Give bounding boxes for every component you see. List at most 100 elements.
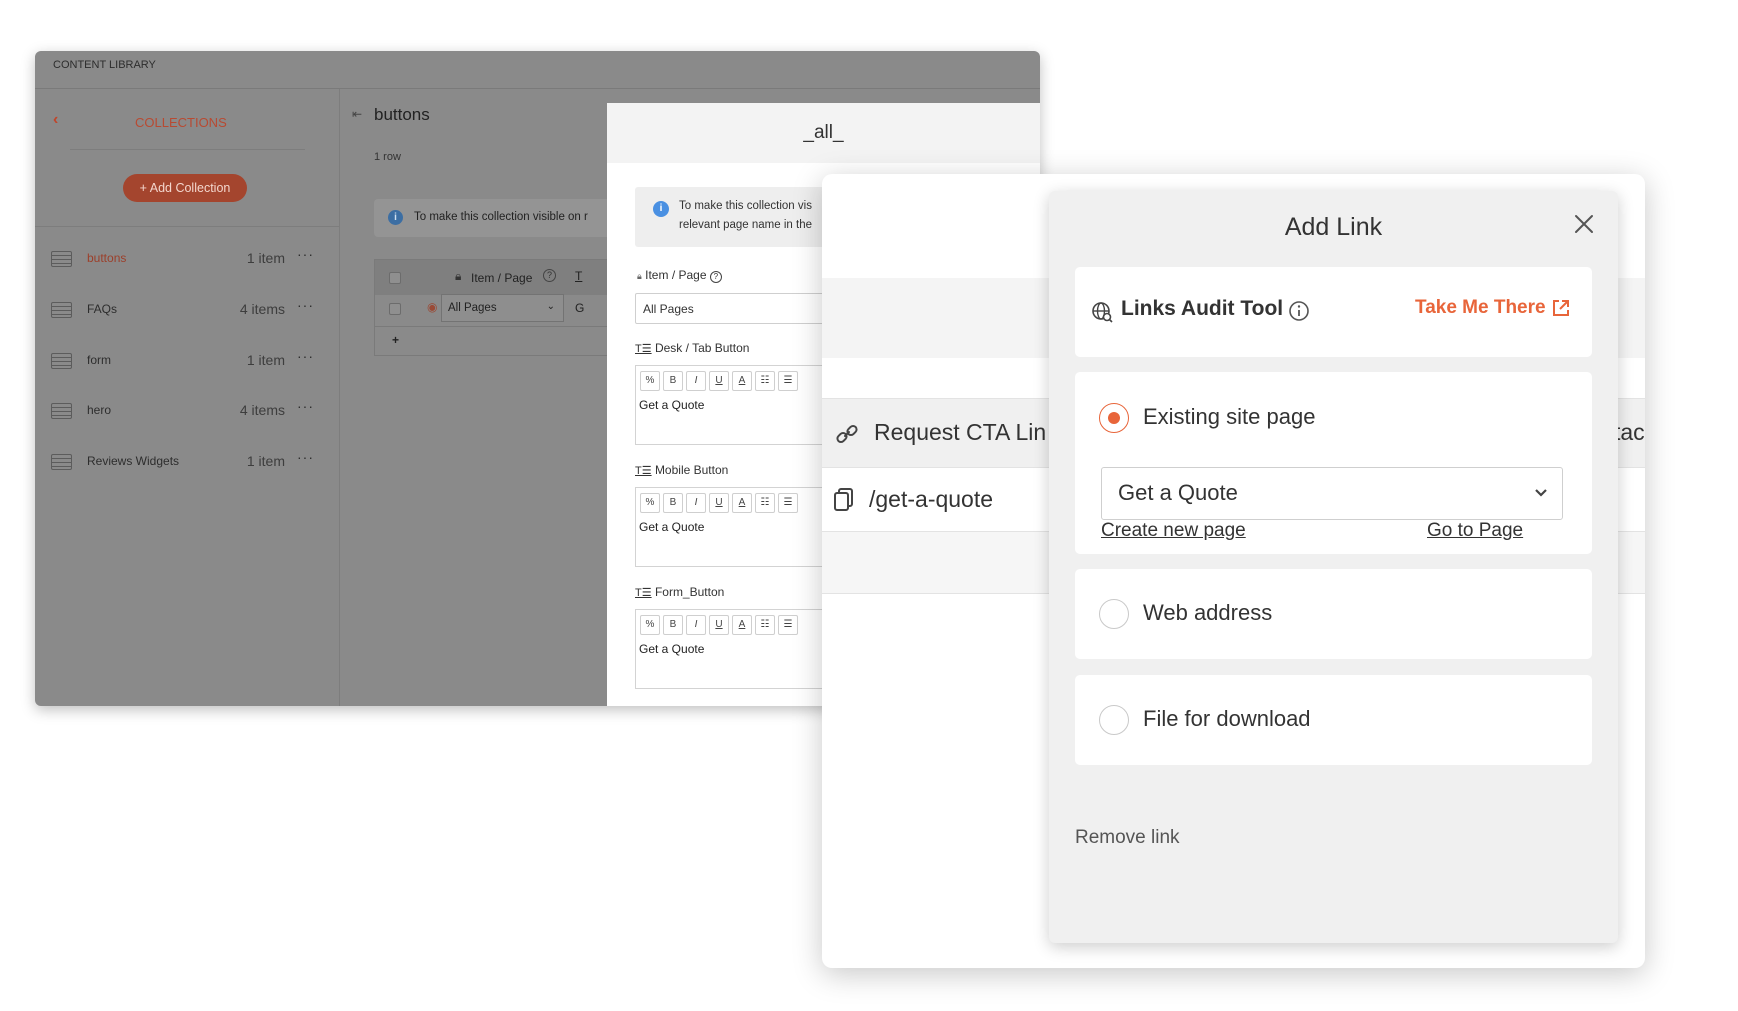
mobile-button-editor[interactable]: % B I U A ☷ ☰ Get a Quote <box>635 487 835 567</box>
field-value[interactable]: Get a Quote <box>639 398 704 412</box>
lock-icon: 🔒︎ <box>455 269 462 283</box>
link-icon[interactable]: % <box>640 493 660 513</box>
grid-header-label: Item / Page <box>471 271 533 285</box>
globe-search-icon <box>1092 302 1113 323</box>
table-icon <box>51 251 72 267</box>
eye-icon[interactable]: ◉ <box>427 300 437 314</box>
collection-name: Reviews Widgets <box>87 454 180 468</box>
existing-page-radio[interactable] <box>1099 403 1129 433</box>
link-icon[interactable]: % <box>640 371 660 391</box>
info-text: To make this collection visible on r <box>414 211 588 223</box>
collection-count: 1 item <box>246 453 285 469</box>
collection-item-hero[interactable]: hero 4 items ··· <box>35 394 340 434</box>
collection-title: buttons <box>374 105 430 124</box>
underline-icon[interactable]: U <box>709 371 729 391</box>
lock-icon: 🔒︎ <box>637 271 642 281</box>
web-address-radio[interactable] <box>1099 599 1129 629</box>
create-new-page-link[interactable]: Create new page <box>1101 520 1246 542</box>
external-link-icon <box>1553 300 1569 316</box>
bold-icon[interactable]: B <box>663 371 683 391</box>
page-dropdown[interactable]: Get a Quote <box>1101 467 1563 520</box>
bullet-list-icon[interactable]: ☷ <box>755 371 775 391</box>
more-options-icon[interactable]: ··· <box>297 398 314 414</box>
links-audit-card: Links Audit Tool Take Me There <box>1075 267 1592 357</box>
field-label: T☰ Form_Button <box>635 585 725 599</box>
italic-icon[interactable]: I <box>686 493 706 513</box>
bullet-list-icon[interactable]: ☷ <box>755 493 775 513</box>
table-icon <box>51 353 72 369</box>
links-audit-label: Links Audit Tool <box>1121 297 1284 320</box>
numbered-list-icon[interactable]: ☰ <box>778 615 798 635</box>
row-checkbox[interactable] <box>389 303 401 315</box>
collections-title: COLLECTIONS <box>135 115 227 130</box>
collection-item-form[interactable]: form 1 item ··· <box>35 344 340 384</box>
field-label: T☰ Mobile Button <box>635 463 729 477</box>
italic-icon[interactable]: I <box>686 371 706 391</box>
text-field-icon: T☰ <box>635 343 652 355</box>
text-field-icon: T☰ <box>635 587 652 599</box>
existing-page-card: Existing site page Get a Quote Create ne… <box>1075 372 1592 554</box>
more-options-icon[interactable]: ··· <box>297 246 314 262</box>
info-icon[interactable] <box>1288 300 1310 322</box>
text-color-icon[interactable]: A <box>732 615 752 635</box>
divider <box>35 226 340 227</box>
bold-icon[interactable]: B <box>663 615 683 635</box>
text-color-icon[interactable]: A <box>732 493 752 513</box>
add-collection-button[interactable]: + Add Collection <box>123 174 247 202</box>
back-chevron-icon[interactable]: ‹ <box>53 111 58 129</box>
table-icon <box>51 403 72 419</box>
collection-name: FAQs <box>87 302 118 316</box>
cta-link-label: Request CTA Lin <box>874 419 1047 445</box>
option-label: Web address <box>1143 600 1273 625</box>
more-options-icon[interactable]: ··· <box>297 348 314 364</box>
divider <box>375 326 635 327</box>
bold-icon[interactable]: B <box>663 493 683 513</box>
page-select-value: All Pages <box>448 302 497 314</box>
item-page-label: 🔒︎ Item / Page ? <box>637 268 722 283</box>
help-icon[interactable]: ? <box>709 271 722 283</box>
collection-count: 4 items <box>239 301 285 317</box>
copy-icon[interactable] <box>834 488 854 512</box>
bullet-list-icon[interactable]: ☷ <box>755 615 775 635</box>
close-icon[interactable] <box>1571 211 1597 237</box>
file-download-radio[interactable] <box>1099 705 1129 735</box>
link-icon <box>836 424 858 444</box>
collection-name: form <box>87 353 111 367</box>
link-icon[interactable]: % <box>640 615 660 635</box>
more-options-icon[interactable]: ··· <box>297 297 314 313</box>
add-link-modal: Add Link Links Audit Tool Take Me There … <box>1049 191 1618 943</box>
divider <box>70 149 305 150</box>
item-page-select[interactable]: All Pages <box>635 293 835 324</box>
collection-count: 4 items <box>239 402 285 418</box>
collection-item-faqs[interactable]: FAQs 4 items ··· <box>35 293 340 333</box>
select-all-checkbox[interactable] <box>389 272 401 284</box>
info-banner: i To make this collection visible on r <box>374 199 634 237</box>
desk-tab-button-editor[interactable]: % B I U A ☷ ☰ Get a Quote <box>635 365 835 445</box>
editor-toolbar: % B I U A ☷ ☰ <box>640 492 801 513</box>
form-button-editor[interactable]: % B I U A ☷ ☰ Get a Quote <box>635 609 835 689</box>
underline-icon[interactable]: U <box>709 493 729 513</box>
collapse-icon[interactable]: ⇤ <box>352 107 362 121</box>
italic-icon[interactable]: I <box>686 615 706 635</box>
numbered-list-icon[interactable]: ☰ <box>778 493 798 513</box>
field-value[interactable]: Get a Quote <box>639 642 704 656</box>
collection-count: 1 item <box>246 352 285 368</box>
go-to-page-link[interactable]: Go to Page <box>1427 520 1523 542</box>
table-icon <box>51 454 72 470</box>
option-label: File for download <box>1143 706 1311 731</box>
more-options-icon[interactable]: ··· <box>297 449 314 465</box>
collection-item-buttons[interactable]: buttons 1 item ··· <box>35 242 340 282</box>
field-value[interactable]: Get a Quote <box>639 520 704 534</box>
info-icon: i <box>388 210 403 225</box>
underline-icon[interactable]: U <box>709 615 729 635</box>
numbered-list-icon[interactable]: ☰ <box>778 371 798 391</box>
help-icon[interactable]: ? <box>543 269 556 282</box>
cta-link-suffix: tac <box>1614 419 1645 445</box>
remove-link-button[interactable]: Remove link <box>1075 827 1180 849</box>
take-me-there-link[interactable]: Take Me There <box>1415 297 1575 323</box>
page-select[interactable]: All Pages ⌄ <box>441 294 564 322</box>
collection-item-reviews-widgets[interactable]: Reviews Widgets 1 item ··· <box>35 445 340 485</box>
add-row-button[interactable]: + <box>392 333 399 347</box>
text-color-icon[interactable]: A <box>732 371 752 391</box>
grid-row-extra: G <box>575 301 585 315</box>
